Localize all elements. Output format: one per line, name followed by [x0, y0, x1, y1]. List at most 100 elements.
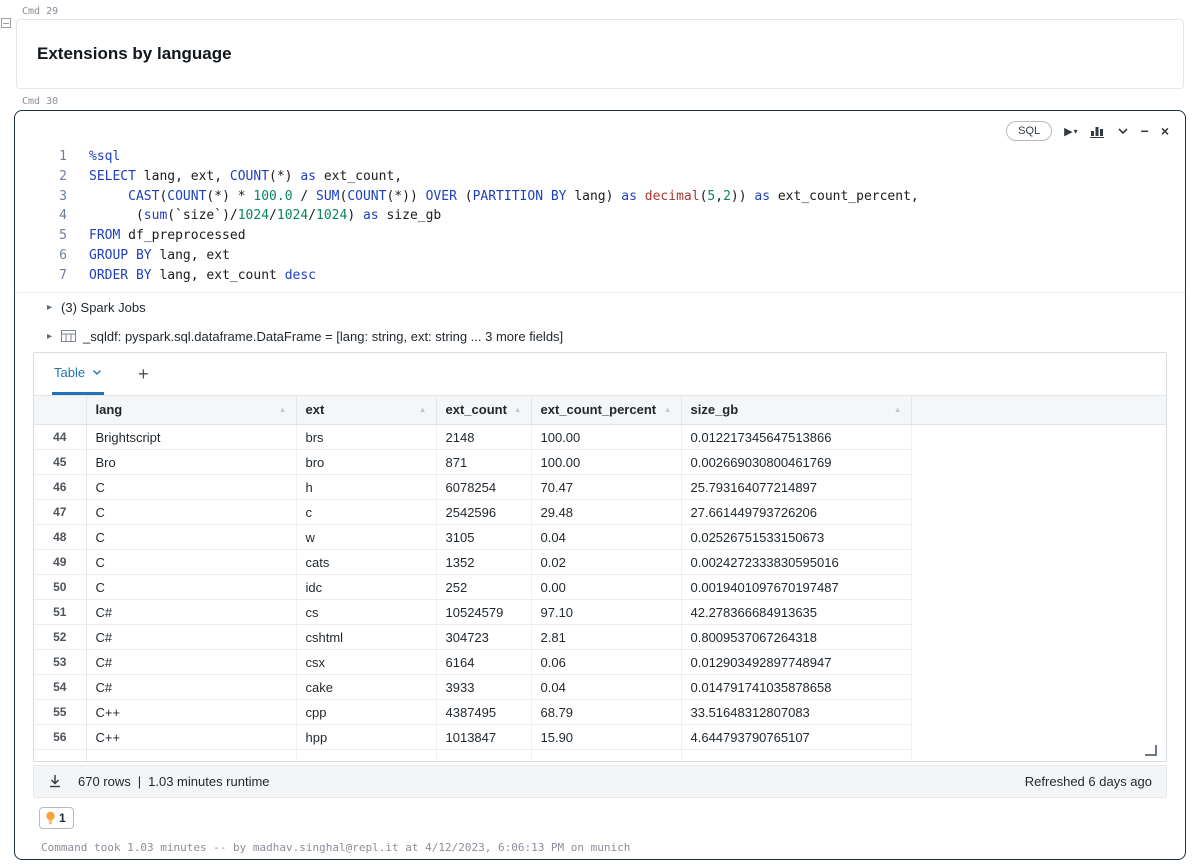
chart-options-icon[interactable] — [1089, 125, 1105, 138]
tab-table[interactable]: Table — [52, 353, 105, 395]
table-cell[interactable]: 0.00 — [531, 574, 682, 601]
add-visualization-button[interactable]: + — [134, 365, 153, 383]
table-cell[interactable]: 0.04 — [531, 674, 682, 701]
table-cell[interactable]: 42.278366684913635 — [681, 599, 912, 626]
table-row[interactable]: 45 Bro bro 871 100.00 0.002669030800461769 — [34, 449, 1166, 476]
download-icon[interactable] — [48, 774, 62, 788]
table-cell[interactable]: 27.661449793726206 — [681, 499, 912, 526]
table-row[interactable]: 52 C# cshtml 304723 2.81 0.8009537067264318 — [34, 624, 1166, 651]
table-cell[interactable]: cats — [296, 549, 437, 576]
table-cell[interactable]: 100.00 — [531, 449, 682, 476]
sort-icon[interactable]: ▲ — [514, 405, 522, 414]
table-cell[interactable]: 100.00 — [531, 424, 682, 451]
table-cell[interactable]: brs — [296, 424, 437, 451]
table-cell[interactable]: C++ — [86, 699, 297, 726]
table-cell[interactable]: 0.014791741035878658 — [681, 674, 912, 701]
table-cell[interactable]: 0.8009537067264318 — [681, 624, 912, 651]
sort-icon[interactable]: ▲ — [279, 405, 287, 414]
table-cell[interactable]: 0.0019401097670197487 — [681, 574, 912, 601]
table-cell[interactable]: 33.51648312807083 — [681, 699, 912, 726]
resize-handle[interactable] — [1145, 744, 1157, 756]
markdown-cell[interactable]: Extensions by language — [16, 19, 1184, 89]
table-cell[interactable]: C — [86, 549, 297, 576]
spark-jobs-disclosure[interactable]: ▸ (3) Spark Jobs — [15, 293, 1185, 322]
table-cell[interactable]: 1352 — [436, 549, 532, 576]
table-row[interactable]: 56 C++ hpp 1013847 15.90 4.644793790765107 — [34, 724, 1166, 751]
table-row[interactable]: 51 C# cs 10524579 97.10 42.278366684913635 — [34, 599, 1166, 626]
table-cell[interactable]: 252 — [436, 574, 532, 601]
table-cell[interactable]: 15.90 — [531, 724, 682, 751]
table-cell[interactable]: 29.48 — [531, 499, 682, 526]
column-header-size_gb[interactable]: size_gb ▲ — [681, 395, 912, 426]
table-cell[interactable]: w — [296, 524, 437, 551]
table-cell[interactable] — [681, 749, 912, 761]
code-line[interactable]: 4 (sum(`size`)/1024/1024/1024) as size_g… — [15, 206, 1185, 226]
table-cell[interactable]: c — [296, 499, 437, 526]
column-header-ext_count_percent[interactable]: ext_count_percent ▲ — [531, 395, 682, 426]
table-cell[interactable]: 6164 — [436, 649, 532, 676]
table-cell[interactable]: hpp — [296, 724, 437, 751]
sort-icon[interactable]: ▲ — [419, 405, 427, 414]
table-row[interactable]: 50 Cidc 252 0.00 0.0019401097670197487 — [34, 574, 1166, 601]
table-row[interactable]: 44 Brightscript brs 2148 100.00 0.01221734564… — [34, 424, 1166, 451]
run-cell-button[interactable]: ▶ ▾ — [1064, 125, 1077, 138]
table-cell[interactable]: cake — [296, 674, 437, 701]
table-cell[interactable]: idc — [296, 574, 437, 601]
table-cell[interactable]: cs — [296, 599, 437, 626]
table-cell[interactable]: 3933 — [436, 674, 532, 701]
table-row-clipped[interactable] — [34, 749, 1166, 761]
code-line[interactable]: 6 GROUP BY lang, ext — [15, 246, 1185, 266]
table-cell[interactable]: 0.02526751533150673 — [681, 524, 912, 551]
table-cell[interactable]: 1013847 — [436, 724, 532, 751]
table-cell[interactable]: 2.81 — [531, 624, 682, 651]
table-row[interactable]: 49 Ccats 1352 0.02 0.0024272333830595016 — [34, 549, 1166, 576]
table-cell[interactable]: C# — [86, 599, 297, 626]
table-cell[interactable]: cshtml — [296, 624, 437, 651]
table-cell[interactable]: C — [86, 524, 297, 551]
table-cell[interactable]: 2542596 — [436, 499, 532, 526]
table-row[interactable]: 46 Ch 6078254 70.47 25.793164077214897 — [34, 474, 1166, 501]
table-row[interactable]: 47 Cc 2542596 29.48 27.661449793726206 — [34, 499, 1166, 526]
minimize-cell-icon[interactable]: − — [1141, 123, 1149, 139]
table-cell[interactable]: 25.793164077214897 — [681, 474, 912, 501]
table-cell[interactable]: Bro — [86, 449, 297, 476]
table-cell[interactable]: C — [86, 474, 297, 501]
table-cell[interactable]: 0.012903492897748947 — [681, 649, 912, 676]
table-cell[interactable]: 4.644793790765107 — [681, 724, 912, 751]
comments-badge[interactable]: 1 — [39, 806, 74, 829]
sqldf-disclosure[interactable]: ▸ _sqldf: pyspark.sql.dataframe.DataFram… — [15, 322, 1185, 351]
table-cell[interactable]: C++ — [86, 724, 297, 751]
table-cell[interactable]: 0.06 — [531, 649, 682, 676]
table-cell[interactable] — [436, 749, 532, 761]
table-cell[interactable]: csx — [296, 649, 437, 676]
table-row[interactable]: 53 C# csx 6164 0.06 0.012903492897748947 — [34, 649, 1166, 676]
table-cell[interactable]: 304723 — [436, 624, 532, 651]
close-cell-icon[interactable]: × — [1161, 123, 1169, 139]
language-badge[interactable]: SQL — [1006, 121, 1053, 141]
table-cell[interactable] — [296, 749, 437, 761]
table-cell[interactable]: C# — [86, 649, 297, 676]
table-cell[interactable]: 871 — [436, 449, 532, 476]
table-cell[interactable] — [86, 749, 297, 761]
chevron-down-icon[interactable] — [1117, 127, 1129, 135]
code-line[interactable]: 5 FROM df_preprocessed — [15, 226, 1185, 246]
table-cell[interactable] — [531, 749, 682, 761]
code-editor[interactable]: 1 %sql 2 SELECT lang, ext, COUNT(*) as ext_… — [15, 147, 1185, 286]
table-cell[interactable]: 97.10 — [531, 599, 682, 626]
table-row[interactable]: 54 C# cake 3933 0.04 0.014791741035878658 — [34, 674, 1166, 701]
table-cell[interactable]: C# — [86, 674, 297, 701]
code-line[interactable]: 2 SELECT lang, ext, COUNT(*) as ext_count… — [15, 167, 1185, 187]
table-cell[interactable]: 0.002669030800461769 — [681, 449, 912, 476]
table-row[interactable]: 48 Cw 3105 0.04 0.02526751533150673 — [34, 524, 1166, 551]
table-cell[interactable]: 10524579 — [436, 599, 532, 626]
column-header-ext[interactable]: ext ▲ — [296, 395, 437, 426]
table-cell[interactable]: bro — [296, 449, 437, 476]
table-cell[interactable]: C# — [86, 624, 297, 651]
table-cell[interactable]: 4387495 — [436, 699, 532, 726]
table-cell[interactable]: 68.79 — [531, 699, 682, 726]
collapse-cell-icon[interactable] — [1, 18, 11, 28]
table-cell[interactable]: 0.04 — [531, 524, 682, 551]
table-cell[interactable]: C — [86, 499, 297, 526]
table-cell[interactable]: 0.02 — [531, 549, 682, 576]
table-cell[interactable]: C — [86, 574, 297, 601]
